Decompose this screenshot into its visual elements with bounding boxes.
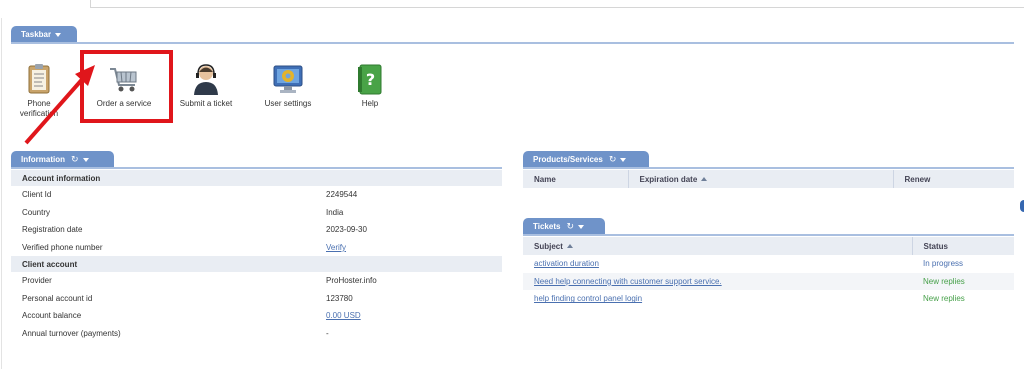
row-label: Country (22, 207, 51, 217)
ticket-status: New replies (923, 294, 965, 304)
column-header-expiration-date[interactable]: Expiration date (627, 170, 893, 188)
client-account-header: Client account (11, 256, 502, 272)
refresh-icon[interactable]: ↻ (566, 218, 574, 235)
tickets-table: Subject Status activation duration In pr… (523, 237, 1014, 308)
information-tab[interactable]: Information ↻ (11, 151, 114, 168)
page-frame: Taskbar Phone verification Order a servi… (0, 0, 1024, 369)
information-table: Account information Client Id 2249544 Co… (11, 170, 502, 342)
tickets-divider (523, 234, 1014, 236)
table-row: Country India (11, 204, 502, 222)
tickets-title: Tickets (533, 222, 561, 231)
row-label: Provider (22, 276, 52, 286)
tickets-header-row: Subject Status (523, 237, 1014, 255)
products-divider (523, 167, 1014, 169)
table-row[interactable]: help finding control panel login New rep… (523, 290, 1014, 308)
taskbar-item-label: Submit a ticket (179, 99, 233, 108)
row-label: Personal account id (22, 293, 93, 303)
top-panel-edge (90, 0, 1024, 8)
account-information-header: Account information (11, 170, 502, 186)
sort-ascending-icon (701, 177, 708, 182)
table-row: Verified phone number Verify (11, 239, 502, 257)
row-label: Client Id (22, 190, 52, 200)
ticket-subject-link[interactable]: Need help connecting with customer suppo… (534, 277, 722, 286)
ticket-subject-link[interactable]: help finding control panel login (534, 294, 642, 303)
chevron-down-icon[interactable] (82, 157, 89, 162)
taskbar-divider (11, 42, 1014, 44)
column-header-renew[interactable]: Renew (892, 170, 1014, 188)
table-row: Registration date 2023-09-30 (11, 221, 502, 239)
column-header-label: Expiration date (639, 174, 698, 184)
annual-turnover-value: - (326, 328, 329, 338)
sort-ascending-icon (566, 244, 573, 249)
personal-account-id-value: 123780 (326, 293, 353, 303)
table-row: Annual turnover (payments) - (11, 325, 502, 343)
client-id-value: 2249544 (326, 190, 358, 200)
country-value: India (326, 207, 344, 217)
taskbar-item-user-settings[interactable]: User settings (253, 62, 323, 109)
ticket-status: New replies (923, 276, 965, 286)
column-header-name[interactable]: Name (523, 170, 628, 188)
products-table: Name Expiration date Renew (523, 170, 1014, 188)
refresh-icon[interactable]: ↻ (609, 151, 617, 168)
chevron-down-icon[interactable] (620, 157, 627, 162)
ticket-subject-link[interactable]: activation duration (534, 259, 599, 268)
row-label: Annual turnover (payments) (22, 328, 121, 338)
provider-value: ProHoster.info (326, 276, 377, 286)
information-title: Information (21, 155, 65, 164)
verify-link[interactable]: Verify (326, 243, 346, 252)
table-row: Personal account id 123780 (11, 290, 502, 308)
row-label: Account balance (22, 311, 82, 321)
column-header-subject[interactable]: Subject (523, 237, 912, 255)
taskbar-item-label: User settings (264, 99, 312, 108)
support-agent-icon (189, 62, 223, 96)
taskbar-item-submit-a-ticket[interactable]: Submit a ticket (171, 62, 241, 109)
table-row[interactable]: Need help connecting with customer suppo… (523, 272, 1014, 290)
monitor-gear-icon (271, 62, 305, 96)
products-services-tab[interactable]: Products/Services ↻ (523, 151, 649, 168)
section-title: Account information (22, 173, 101, 183)
row-label: Registration date (22, 225, 83, 235)
registration-date-value: 2023-09-30 (326, 225, 367, 235)
products-title: Products/Services (533, 155, 603, 164)
help-book-icon: ? (353, 62, 387, 96)
chevron-down-icon[interactable] (577, 224, 584, 229)
row-label: Verified phone number (22, 242, 103, 252)
products-header-row: Name Expiration date Renew (523, 170, 1014, 188)
information-divider (11, 167, 502, 169)
refresh-icon[interactable]: ↻ (71, 151, 79, 168)
arrow-annotation (24, 65, 95, 145)
table-row[interactable]: activation duration In progress (523, 255, 1014, 273)
side-scroll-handle[interactable] (1020, 200, 1024, 212)
section-title: Client account (22, 259, 78, 269)
taskbar-item-help[interactable]: ? Help (335, 62, 405, 109)
taskbar-item-label: Help (361, 99, 379, 108)
account-balance-link[interactable]: 0.00 USD (326, 311, 361, 320)
ticket-status: In progress (923, 259, 964, 269)
tickets-tab[interactable]: Tickets ↻ (523, 218, 605, 235)
column-header-status[interactable]: Status (911, 237, 1014, 255)
table-row: Client Id 2249544 (11, 186, 502, 204)
table-row: Account balance 0.00 USD (11, 307, 502, 325)
column-header-label: Subject (534, 241, 563, 251)
svg-text:?: ? (366, 70, 375, 89)
table-row: Provider ProHoster.info (11, 272, 502, 290)
